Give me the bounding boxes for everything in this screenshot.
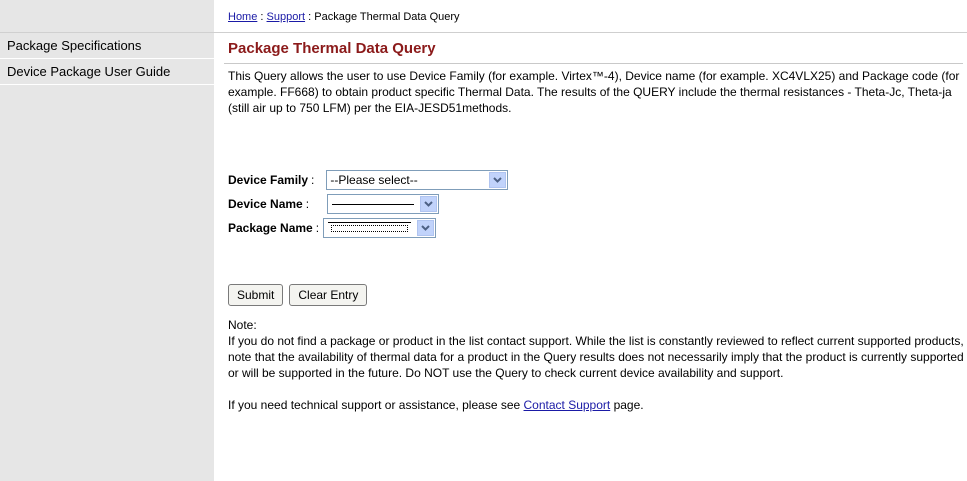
top-divider bbox=[214, 32, 967, 33]
sidebar-item-package-specifications[interactable]: Package Specifications bbox=[0, 33, 214, 59]
device-family-label: Device Family bbox=[228, 173, 309, 187]
device-name-select[interactable] bbox=[327, 194, 440, 214]
clear-entry-button[interactable]: Clear Entry bbox=[289, 284, 368, 306]
device-name-label: Device Name bbox=[228, 197, 303, 211]
device-family-row: Device Family : --Please select-- bbox=[228, 168, 509, 192]
sidebar-top-strip bbox=[0, 0, 214, 33]
sidebar-item-device-package-user-guide[interactable]: Device Package User Guide bbox=[0, 59, 214, 85]
main-content: Home : Support : Package Thermal Data Qu… bbox=[214, 0, 967, 481]
note-body: If you do not find a package or product … bbox=[228, 334, 964, 380]
intro-text: This Query allows the user to use Device… bbox=[228, 69, 960, 115]
note-section: Note: If you do not find a package or pr… bbox=[228, 317, 966, 413]
label-colon: : bbox=[305, 197, 310, 211]
form-buttons: Submit Clear Entry bbox=[228, 284, 368, 306]
chevron-down-icon[interactable] bbox=[417, 220, 435, 236]
package-name-empty-value bbox=[328, 221, 412, 235]
label-colon: : bbox=[311, 173, 315, 187]
note-heading: Note: bbox=[228, 318, 257, 332]
device-family-value: --Please select-- bbox=[330, 173, 418, 187]
package-name-label: Package Name bbox=[228, 221, 313, 235]
sidebar: Package Specifications Device Package Us… bbox=[0, 0, 214, 481]
device-name-row: Device Name : bbox=[228, 192, 508, 216]
package-name-select[interactable] bbox=[323, 218, 437, 238]
package-name-row: Package Name : bbox=[228, 216, 508, 240]
device-name-empty-value bbox=[332, 203, 415, 205]
query-form: Device Family : --Please select-- Device… bbox=[228, 168, 509, 240]
chevron-down-icon[interactable] bbox=[420, 196, 438, 212]
support-paragraph: If you need technical support or assista… bbox=[228, 397, 966, 413]
submit-button[interactable]: Submit bbox=[228, 284, 284, 306]
chevron-down-icon[interactable] bbox=[489, 172, 507, 188]
page-title: Package Thermal Data Query bbox=[228, 40, 436, 57]
breadcrumb-support-link[interactable]: Support bbox=[267, 11, 306, 23]
breadcrumb-home-link[interactable]: Home bbox=[228, 11, 257, 23]
breadcrumb: Home : Support : Package Thermal Data Qu… bbox=[228, 11, 460, 23]
support-prefix: If you need technical support or assista… bbox=[228, 398, 524, 412]
title-divider bbox=[224, 63, 963, 64]
support-suffix: page. bbox=[610, 398, 644, 412]
device-family-select[interactable]: --Please select-- bbox=[326, 170, 509, 190]
label-colon: : bbox=[315, 221, 320, 235]
breadcrumb-current: Package Thermal Data Query bbox=[314, 11, 460, 23]
breadcrumb-separator: : bbox=[260, 11, 264, 23]
contact-support-link[interactable]: Contact Support bbox=[524, 398, 611, 412]
breadcrumb-separator: : bbox=[308, 11, 312, 23]
